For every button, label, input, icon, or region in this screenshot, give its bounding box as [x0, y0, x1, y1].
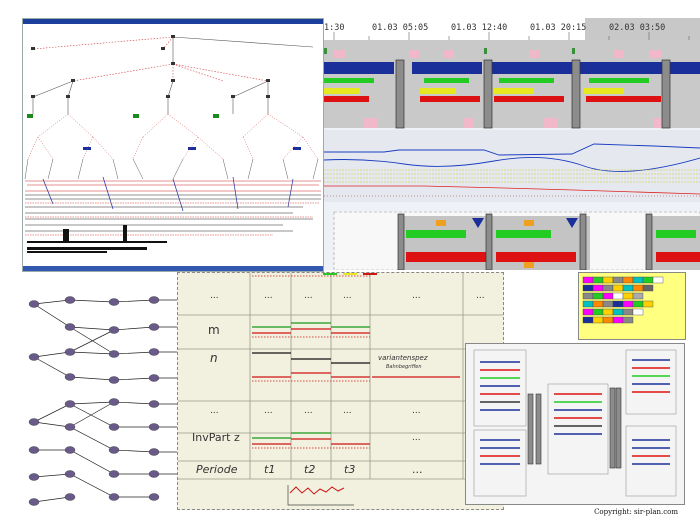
network-diagram-panel	[22, 282, 182, 514]
period-ellipsis: ...	[412, 463, 423, 476]
timeline-label-4: 02.03 03:50	[609, 23, 666, 33]
bar-layout-graph	[473, 349, 677, 497]
bar-layout-panel	[465, 343, 685, 505]
header-cell-2: ...	[304, 291, 313, 301]
variant-note-main: variantenspez	[378, 354, 428, 362]
period-t1: t1	[264, 463, 276, 476]
ellipsis-row-3: ...	[210, 406, 219, 416]
color-swatches[interactable]	[579, 273, 685, 339]
period-t2: t2	[304, 463, 316, 476]
copyright-text: Copyright: sir-plan.com	[594, 508, 678, 516]
periode-label: Periode	[196, 463, 238, 476]
tree-diagram-panel	[22, 18, 324, 272]
period-t3: t3	[344, 463, 356, 476]
network-graph	[28, 296, 180, 506]
tree-scrollbar[interactable]	[23, 266, 323, 271]
timeline-label-1: 01.03 05:05	[372, 23, 429, 33]
tree-graph	[24, 35, 321, 253]
header-cell-1: ...	[264, 291, 273, 301]
row-label-n: n	[210, 351, 218, 365]
timeline-label-3: 01.03 20:15	[530, 23, 587, 33]
period-table-panel: ... ... ... ... ... ... m n variantenspe…	[177, 272, 504, 510]
ellipsis-row-3-c3: ...	[343, 406, 352, 416]
timeline-label-0: 1:30	[324, 23, 345, 33]
ellipsis-row-3-c1: ...	[264, 406, 273, 416]
gantt-panel: 1:30 01.03 05:05 01.03 12:40 01.03 20:15…	[324, 18, 700, 270]
ellipsis-row-3-c2: ...	[304, 406, 313, 416]
ellipsis-row-3-c4: ...	[412, 406, 421, 416]
timeline-label-2: 01.03 12:40	[451, 23, 508, 33]
header-cell-3: ...	[343, 291, 352, 301]
header-cell-5: ...	[476, 291, 485, 301]
header-cell-4: ...	[412, 291, 421, 301]
window-titlebar	[23, 19, 323, 24]
variant-note-sub: Bahnbegriffen	[386, 364, 422, 370]
row-label-invpart-z: InvPart z	[192, 431, 240, 444]
header-cell-0: ...	[210, 291, 219, 301]
color-palette-panel	[578, 272, 686, 340]
ellipsis-row-z: ...	[412, 433, 421, 443]
row-label-m: m	[208, 323, 220, 337]
gantt-chart	[324, 40, 700, 270]
